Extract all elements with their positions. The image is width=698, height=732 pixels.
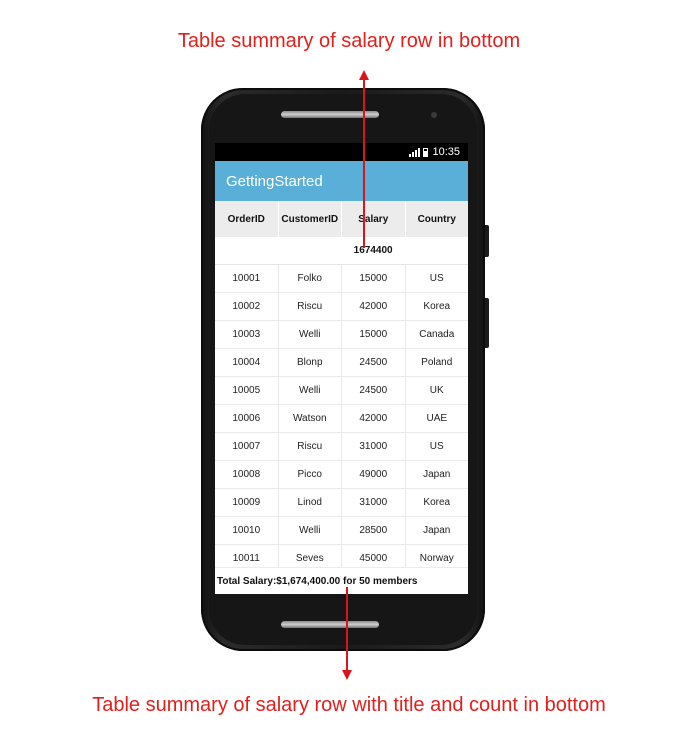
table-cell: Welli bbox=[279, 377, 342, 404]
table-cell: 24500 bbox=[342, 377, 406, 404]
table-cell: UK bbox=[429, 385, 444, 396]
table-cell: Poland bbox=[421, 357, 453, 368]
front-camera-icon bbox=[431, 112, 437, 118]
column-header-orderid[interactable]: OrderID bbox=[215, 201, 279, 237]
table-row[interactable]: 10009 Linod 31000 Korea bbox=[215, 489, 468, 517]
table-cell: 15000 bbox=[342, 265, 406, 292]
table-cell: Japan bbox=[423, 469, 451, 480]
table-summary-row-bottom: Total Salary:$1,674,400.00 for 50 member… bbox=[215, 567, 468, 594]
app-bar: GettingStarted bbox=[215, 161, 468, 201]
table-cell: 10005 bbox=[215, 377, 279, 404]
bottom-speaker bbox=[281, 621, 379, 628]
phone-screen: 10:35 GettingStarted OrderID CustomerID … bbox=[215, 143, 468, 594]
table-cell: 31000 bbox=[342, 489, 406, 516]
table-cell: Norway bbox=[419, 553, 454, 564]
battery-icon bbox=[423, 147, 429, 157]
table-row[interactable]: 10005 Welli 24500 UK bbox=[215, 377, 468, 405]
table-cell: 10009 bbox=[215, 489, 279, 516]
table-cell: Korea bbox=[423, 301, 451, 312]
table-row[interactable]: 10006 Watson 42000 UAE bbox=[215, 405, 468, 433]
arrow-down-head-icon bbox=[342, 670, 352, 680]
table-cell: 42000 bbox=[342, 293, 406, 320]
table-cell: 31000 bbox=[342, 433, 406, 460]
table-row[interactable]: 10008 Picco 49000 Japan bbox=[215, 461, 468, 489]
table-cell: Welli bbox=[279, 321, 342, 348]
table-cell: Welli bbox=[279, 517, 342, 544]
table-row[interactable]: 10010 Welli 28500 Japan bbox=[215, 517, 468, 545]
data-grid[interactable]: OrderID CustomerID Salary Country 167440… bbox=[215, 201, 468, 569]
table-cell: UAE bbox=[426, 413, 448, 424]
table-cell: 24500 bbox=[342, 349, 406, 376]
status-icons bbox=[409, 147, 429, 157]
power-button bbox=[485, 298, 489, 348]
table-cell: 49000 bbox=[342, 461, 406, 488]
column-header-salary[interactable]: Salary bbox=[342, 201, 406, 237]
table-cell: 10004 bbox=[215, 349, 279, 376]
summary-cell bbox=[278, 237, 341, 264]
volume-button bbox=[485, 225, 489, 257]
table-cell: Blonp bbox=[279, 349, 342, 376]
table-cell: Seves bbox=[279, 545, 342, 569]
table-cell: Korea bbox=[423, 497, 451, 508]
grid-header-row: OrderID CustomerID Salary Country bbox=[215, 201, 468, 237]
signal-icon bbox=[409, 147, 421, 157]
table-cell: US bbox=[429, 441, 444, 452]
arrow-up-line bbox=[363, 80, 365, 248]
table-cell: 10001 bbox=[215, 265, 279, 292]
table-cell: 28500 bbox=[342, 517, 406, 544]
table-cell: 10008 bbox=[215, 461, 279, 488]
summary-cell bbox=[405, 237, 468, 264]
table-cell: 10002 bbox=[215, 293, 279, 320]
annotation-bottom: Table summary of salary row with title a… bbox=[92, 694, 606, 716]
table-cell: 10003 bbox=[215, 321, 279, 348]
table-cell: Riscu bbox=[279, 293, 342, 320]
app-title: GettingStarted bbox=[226, 172, 323, 190]
table-cell: Japan bbox=[423, 525, 451, 536]
table-cell: 15000 bbox=[342, 321, 406, 348]
column-header-country[interactable]: Country bbox=[406, 201, 469, 237]
table-row[interactable]: 10004 Blonp 24500 Poland bbox=[215, 349, 468, 377]
table-cell: Folko bbox=[279, 265, 342, 292]
table-cell: Riscu bbox=[279, 433, 342, 460]
column-header-customerid[interactable]: CustomerID bbox=[279, 201, 342, 237]
footer-summary-text: Total Salary:$1,674,400.00 for 50 member… bbox=[217, 575, 418, 587]
summary-cell bbox=[215, 237, 278, 264]
arrow-down-line bbox=[346, 587, 348, 672]
summary-cell-salary: 1674400 bbox=[353, 245, 393, 256]
status-time: 10:35 bbox=[432, 146, 460, 158]
table-cell: US bbox=[429, 273, 444, 284]
table-summary-row-top: 1674400 bbox=[215, 237, 468, 265]
table-row[interactable]: 10011 Seves 45000 Norway bbox=[215, 545, 468, 569]
table-row[interactable]: 10002 Riscu 42000 Korea bbox=[215, 293, 468, 321]
table-cell: Picco bbox=[279, 461, 342, 488]
table-cell: Watson bbox=[279, 405, 342, 432]
table-cell: 10010 bbox=[215, 517, 279, 544]
arrow-up-head-icon bbox=[359, 70, 369, 80]
table-row[interactable]: 10001 Folko 15000 US bbox=[215, 265, 468, 293]
status-bar: 10:35 bbox=[215, 143, 468, 161]
annotation-top: Table summary of salary row in bottom bbox=[177, 30, 521, 52]
table-cell: 42000 bbox=[342, 405, 406, 432]
table-cell: 10007 bbox=[215, 433, 279, 460]
table-cell: Linod bbox=[279, 489, 342, 516]
table-cell: 10006 bbox=[215, 405, 279, 432]
table-cell: 45000 bbox=[342, 545, 406, 569]
table-row[interactable]: 10003 Welli 15000 Canada bbox=[215, 321, 468, 349]
table-cell: Canada bbox=[419, 329, 455, 340]
table-cell: 10011 bbox=[215, 545, 279, 569]
grid-rows[interactable]: 10001 Folko 15000 US 10002 Riscu 42000 Korea 100… bbox=[215, 265, 468, 569]
table-row[interactable]: 10007 Riscu 31000 US bbox=[215, 433, 468, 461]
